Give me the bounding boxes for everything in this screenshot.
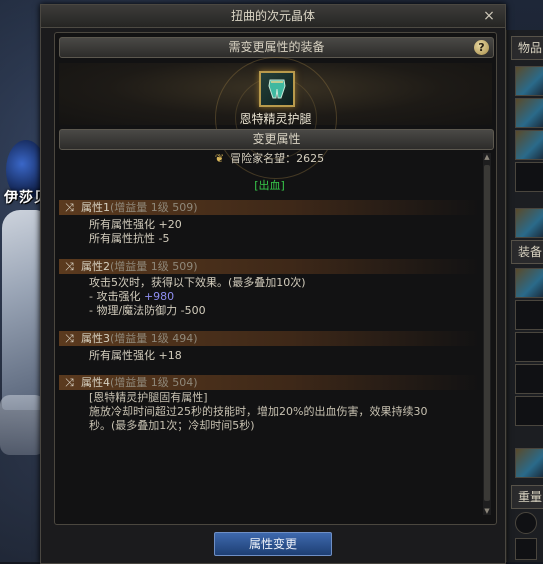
attribute-header-1[interactable]: ⤨ 属性1(增益量 1级 509) [59,200,480,215]
attribute-line: 施放冷却时间超过25秒的技能时，增加20%的出血伤害，效果持续30 [89,405,428,418]
equipment-slot[interactable] [515,332,543,362]
attribute-gain: (增益量 1级 509) [110,260,198,273]
attribute-line: 所有属性强化 +20 [89,218,182,231]
shuffle-icon: ⤨ [65,376,74,389]
equipment-slot[interactable] [515,364,543,394]
shuffle-icon: ⤨ [65,332,74,345]
equip-display: 恩特精灵护腿 [59,57,492,179]
attribute-header-3[interactable]: ⤨ 属性3(增益量 1级 494) [59,331,480,346]
equip-section-header: 需变更属性的装备 ? [59,37,494,58]
attribute-label: 属性2 [81,260,110,273]
attribute-label: 属性3 [81,332,110,345]
character-shadow [0,395,45,455]
window-title: 扭曲的次元晶体 [230,9,315,23]
attribute-line: - 物理/魔法防御力 -500 [89,304,206,317]
scroll-thumb[interactable] [484,165,490,501]
attribute-line: 秒。(最多叠加1次；冷却时间5秒) [89,419,255,432]
inventory-strip: 物品 装备 重量 [506,30,543,562]
currency-icon [515,538,537,560]
attribute-label: 属性4 [81,376,110,389]
equipment-slot[interactable] [515,268,543,298]
fame-icon: ❦ [214,152,225,165]
equipment-slot[interactable] [515,448,543,478]
equipment-name: 恩特精灵护腿 [239,112,312,126]
inventory-slot[interactable] [515,98,543,128]
equipment-slot[interactable] [515,396,543,426]
change-attribute-button[interactable]: 属性变更 [214,532,332,556]
fame-label: 冒险家名望：2625 [230,152,325,165]
inventory-slot[interactable] [515,208,543,238]
attack-bonus-value: +980 [143,290,175,303]
adventurer-fame: ❦ 冒险家名望：2625 [59,150,480,166]
inventory-slot[interactable] [515,130,543,160]
gold-icon [515,512,537,534]
attribute-label: 属性1 [81,201,110,214]
attribute-line: - 攻击强化 +980 [89,290,175,303]
help-icon[interactable]: ? [474,40,489,55]
bleed-tag: [出血] [254,179,285,192]
distorted-crystal-window: 扭曲的次元晶体 × 需变更属性的装备 ? 恩特精灵护腿 变更属性 ❦ 冒险家名望：… [40,4,506,564]
shuffle-icon: ⤨ [65,201,74,214]
inventory-slot[interactable] [515,162,543,192]
equip-section-title: 需变更属性的装备 [228,40,325,54]
inventory-tab-weight: 重量 [511,485,543,509]
attribute-line: 所有属性抗性 -5 [89,232,170,245]
attribute-gain: (增益量 1级 509) [110,201,198,214]
inventory-slot[interactable] [515,66,543,96]
scrollbar[interactable]: ▲ ▼ [483,153,491,515]
attribute-line: [恩特精灵护腿固有属性] [89,391,208,404]
attribute-gain: (增益量 1级 494) [110,332,198,345]
inventory-tab-items[interactable]: 物品 [511,36,543,60]
scroll-down-icon[interactable]: ▼ [483,507,491,515]
shuffle-icon: ⤨ [65,260,74,273]
main-panel: 需变更属性的装备 ? 恩特精灵护腿 变更属性 ❦冒险家名望：2625 [出血] [54,32,497,525]
scroll-up-icon[interactable]: ▲ [483,153,491,161]
inventory-tab-equip[interactable]: 装备 [511,240,543,264]
attribute-line: 攻击5次时，获得以下效果。(最多叠加10次) [89,276,306,289]
leg-armor-icon[interactable] [259,71,295,107]
window-titlebar[interactable]: 扭曲的次元晶体 × [41,5,505,28]
attribute-header-2[interactable]: ⤨ 属性2(增益量 1级 509) [59,259,480,274]
equipment-slot[interactable] [515,300,543,330]
close-button[interactable]: × [481,8,497,24]
attribute-scroll-area[interactable]: ❦ 冒险家名望：2625 [出血] ⤨ 属性1(增益量 1级 509) 所有属性强… [59,146,480,520]
attribute-line: 所有属性强化 +18 [89,349,182,362]
attribute-gain: (增益量 1级 504) [110,376,198,389]
attribute-header-4[interactable]: ⤨ 属性4(增益量 1级 504) [59,375,480,390]
